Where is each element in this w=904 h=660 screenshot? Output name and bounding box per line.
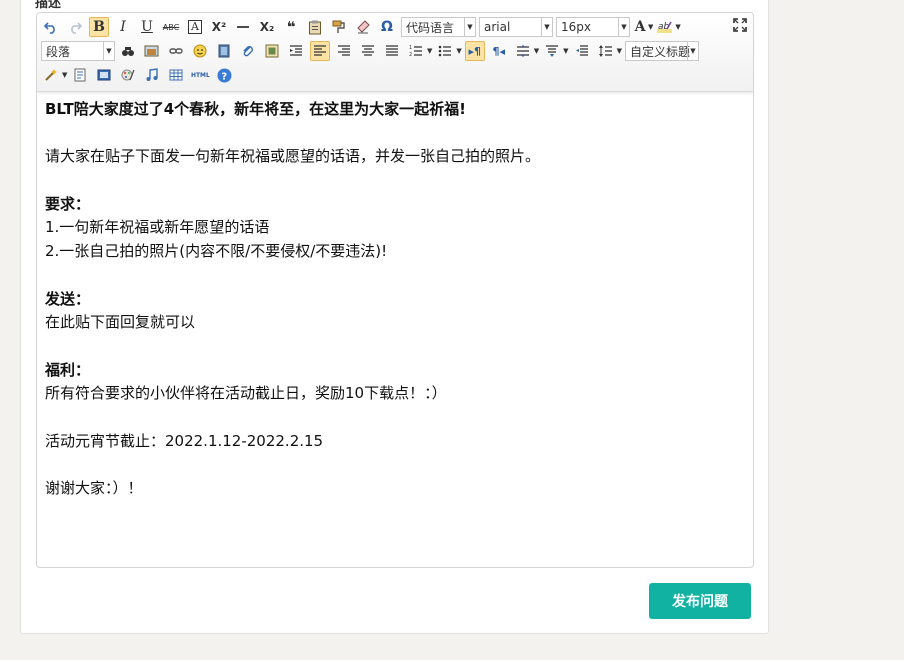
image-upload-icon[interactable]: [142, 41, 162, 61]
line-spacing-dropdown-icon[interactable]: ▼: [534, 47, 539, 55]
align-left-icon[interactable]: [310, 41, 330, 61]
magic-wand-dropdown-icon[interactable]: ▼: [62, 71, 67, 79]
chevron-down-icon: ▼: [686, 42, 698, 60]
line-height-icon[interactable]: [596, 41, 616, 61]
content-line: 请大家在贴子下面发一句新年祝福或愿望的话语，并发一张自己拍的照片。: [45, 147, 541, 166]
strikethrough-button[interactable]: ABC: [161, 17, 181, 37]
font-family-select[interactable]: arial ▼: [479, 17, 553, 37]
bold-button[interactable]: B: [89, 17, 109, 37]
indent-icon[interactable]: [286, 41, 306, 61]
requirements-heading: 要求：: [45, 194, 91, 213]
chevron-down-icon: ▼: [618, 18, 629, 36]
special-character-button[interactable]: Ω: [377, 17, 397, 37]
toolbar-row-2: 段落 ▼ 12 ▼ ▼ ▸¶ ¶◂ ▼ ▼ ▼ 自定义标题 ▼: [41, 40, 702, 62]
code-language-select[interactable]: 代码语言 ▼: [401, 17, 476, 37]
undo-icon[interactable]: [41, 17, 61, 37]
font-color-dropdown-icon[interactable]: ▼: [648, 23, 653, 31]
table-icon[interactable]: [166, 65, 186, 85]
font-color-button[interactable]: A: [633, 17, 647, 37]
content-line: 所有符合要求的小伙伴将在活动截止日，奖励10下载点！：）: [45, 384, 447, 403]
custom-heading-select[interactable]: 自定义标题 ▼: [624, 41, 699, 61]
svg-text:1: 1: [409, 45, 412, 51]
line-height-dropdown-icon[interactable]: ▼: [617, 47, 622, 55]
insert-image-icon[interactable]: [262, 41, 282, 61]
format-painter-icon[interactable]: [329, 17, 349, 37]
music-icon[interactable]: [142, 65, 162, 85]
html-source-button[interactable]: HTML: [190, 65, 210, 85]
editor-toolbar: B I U ABC A X² X₂ ❝ Ω 代码语言 ▼ arial ▼ 16px ▼…: [37, 13, 753, 92]
print-icon[interactable]: [70, 65, 90, 85]
content-line: 活动元宵节截止：2022.1.12-2022.2.15: [45, 431, 324, 450]
horizontal-rule-icon[interactable]: [233, 17, 253, 37]
publish-question-button[interactable]: 发布问题: [649, 583, 751, 619]
subscript-button[interactable]: X₂: [257, 17, 277, 37]
template-icon[interactable]: [94, 65, 114, 85]
editor-content[interactable]: BLT陪大家度过了4个春秋，新年将至，在这里为大家一起祈福! 请大家在贴子下面发…: [45, 98, 745, 501]
redo-icon[interactable]: [65, 17, 85, 37]
magic-wand-icon[interactable]: [41, 65, 61, 85]
content-line: 2.一张自己拍的照片(内容不限/不要侵权/不要违法)!: [45, 242, 388, 261]
outdent-icon[interactable]: [572, 41, 592, 61]
superscript-button[interactable]: X²: [209, 17, 229, 37]
align-right-icon[interactable]: [334, 41, 354, 61]
paste-plain-icon[interactable]: [305, 17, 325, 37]
link-icon[interactable]: [166, 41, 186, 61]
highlight-color-icon[interactable]: ab: [656, 17, 674, 37]
font-border-button[interactable]: A: [185, 17, 205, 37]
video-icon[interactable]: [214, 41, 234, 61]
benefit-heading: 福利：: [45, 360, 91, 379]
description-label: 描述: [35, 0, 62, 11]
font-size-select[interactable]: 16px ▼: [556, 17, 630, 37]
send-heading: 发送：: [45, 289, 91, 308]
chevron-down-icon: ▼: [541, 18, 552, 36]
toolbar-row-3: ▼ HTML ?: [41, 64, 238, 86]
chevron-down-icon: ▼: [464, 18, 475, 36]
emotion-icon[interactable]: [190, 41, 210, 61]
fullscreen-icon[interactable]: [733, 17, 747, 36]
line-spacing-icon[interactable]: [513, 41, 533, 61]
toolbar-row-1: B I U ABC A X² X₂ ❝ Ω 代码语言 ▼ arial ▼ 16px ▼…: [41, 16, 684, 38]
svg-text:?: ?: [221, 71, 227, 82]
blockquote-button[interactable]: ❝: [281, 17, 301, 37]
underline-button[interactable]: U: [137, 17, 157, 37]
unordered-list-dropdown-icon[interactable]: ▼: [456, 47, 461, 55]
row-spacing-dropdown-icon[interactable]: ▼: [563, 47, 568, 55]
direction-ltr-button[interactable]: ▸¶: [464, 41, 485, 61]
unordered-list-icon[interactable]: [435, 41, 455, 61]
align-justify-icon[interactable]: [382, 41, 402, 61]
chevron-down-icon: ▼: [103, 42, 114, 60]
italic-button[interactable]: I: [113, 17, 133, 37]
help-icon[interactable]: ?: [214, 65, 234, 85]
svg-text:2: 2: [409, 52, 412, 58]
paragraph-format-select[interactable]: 段落 ▼: [41, 41, 115, 61]
align-center-icon[interactable]: [358, 41, 378, 61]
search-replace-icon[interactable]: [118, 41, 138, 61]
content-line: 在此贴下面回复就可以: [45, 313, 196, 332]
attachment-icon[interactable]: [238, 41, 258, 61]
ordered-list-icon[interactable]: 12: [406, 41, 426, 61]
content-line: BLT陪大家度过了4个春秋，新年将至，在这里为大家一起祈福!: [45, 100, 467, 118]
scrawl-icon[interactable]: [118, 65, 138, 85]
row-spacing-icon[interactable]: [542, 41, 562, 61]
direction-rtl-button[interactable]: ¶◂: [489, 41, 509, 61]
eraser-icon[interactable]: [353, 17, 373, 37]
content-line: 谢谢大家：）！: [45, 479, 143, 498]
ordered-list-dropdown-icon[interactable]: ▼: [427, 47, 432, 55]
content-line: 1.一句新年祝福或新年愿望的话语: [45, 218, 270, 237]
highlight-dropdown-icon[interactable]: ▼: [675, 23, 680, 31]
rich-text-editor[interactable]: B I U ABC A X² X₂ ❝ Ω 代码语言 ▼ arial ▼ 16px ▼…: [36, 12, 754, 568]
